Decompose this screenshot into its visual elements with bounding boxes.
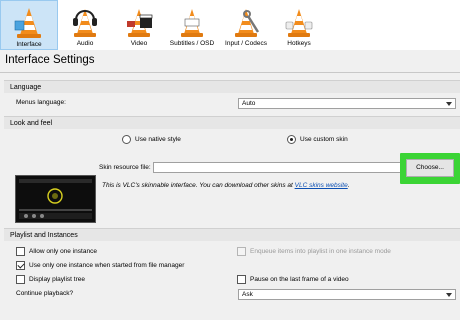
category-hotkeys[interactable]: Hotkeys — [274, 0, 324, 50]
continue-playback-label: Continue playback? — [16, 290, 74, 297]
vlc-cone-clapper-icon — [127, 9, 153, 37]
vlc-cone-wrench-icon — [235, 9, 260, 37]
native-style-radio[interactable] — [122, 135, 131, 144]
menus-language-value: Auto — [242, 100, 256, 107]
category-bar: Interface Audio Video Subtitles / OSD In… — [0, 0, 460, 50]
category-video[interactable]: Video — [112, 0, 166, 50]
vlc-skins-link[interactable]: VLC skins website — [295, 182, 348, 189]
one-instance-file-manager-checkbox[interactable] — [16, 261, 25, 270]
native-style-label: Use native style — [135, 136, 181, 143]
category-audio-label: Audio — [76, 40, 94, 47]
category-audio[interactable]: Audio — [58, 0, 112, 50]
skin-description-end: . — [347, 182, 350, 189]
continue-playback-select[interactable]: Ask — [238, 289, 456, 300]
look-and-feel-group-header: Look and feel — [4, 116, 460, 129]
enqueue-items-label: Enqueue items into playlist in one insta… — [250, 248, 391, 255]
language-group-header: Language — [4, 80, 460, 93]
pause-last-frame-checkbox[interactable] — [237, 275, 246, 284]
menus-language-label: Menus language: — [16, 99, 66, 106]
chevron-down-icon — [446, 102, 452, 106]
allow-one-instance-label: Allow only one instance — [29, 248, 97, 255]
vlc-cone-headphones-icon — [73, 9, 97, 37]
category-subtitles[interactable]: Subtitles / OSD — [166, 0, 218, 50]
continue-playback-value: Ask — [242, 291, 253, 298]
allow-one-instance-checkbox[interactable] — [16, 247, 25, 256]
category-interface[interactable]: Interface — [0, 0, 58, 50]
playlist-group-header: Playlist and Instances — [4, 228, 460, 241]
enqueue-items-checkbox[interactable] — [237, 247, 246, 256]
category-input-codecs-label: Input / Codecs — [225, 40, 267, 47]
title-separator — [0, 72, 460, 73]
pause-last-frame-label: Pause on the last frame of a video — [250, 276, 349, 283]
category-input-codecs[interactable]: Input / Codecs — [218, 0, 274, 50]
category-video-label: Video — [130, 40, 148, 47]
settings-panel: Language Menus language: Auto Look and f… — [4, 78, 460, 320]
display-playlist-tree-label: Display playlist tree — [29, 276, 85, 283]
category-subtitles-label: Subtitles / OSD — [169, 40, 215, 47]
display-playlist-tree-checkbox[interactable] — [16, 275, 25, 284]
one-instance-file-manager-label: Use only one instance when started from … — [29, 262, 185, 269]
skin-resource-input[interactable] — [153, 162, 404, 173]
vlc-cone-subtitles-icon — [181, 9, 203, 37]
custom-skin-radio[interactable] — [287, 135, 296, 144]
category-hotkeys-label: Hotkeys — [287, 40, 311, 47]
skin-preview-image — [15, 175, 96, 223]
skin-description: This is VLC's skinnable interface. You c… — [102, 182, 350, 189]
menus-language-select[interactable]: Auto — [238, 98, 456, 109]
vlc-cone-interface-icon — [14, 8, 41, 38]
vlc-cone-hotkeys-icon — [285, 9, 313, 37]
category-interface-label: Interface — [16, 41, 42, 48]
chevron-down-icon — [446, 293, 452, 297]
page-title: Interface Settings — [5, 54, 95, 66]
custom-skin-label: Use custom skin — [300, 136, 348, 143]
skin-resource-label: Skin resource file: — [99, 164, 151, 171]
choose-button[interactable]: Choose... — [406, 159, 454, 177]
skin-description-text: This is VLC's skinnable interface. You c… — [102, 182, 295, 189]
